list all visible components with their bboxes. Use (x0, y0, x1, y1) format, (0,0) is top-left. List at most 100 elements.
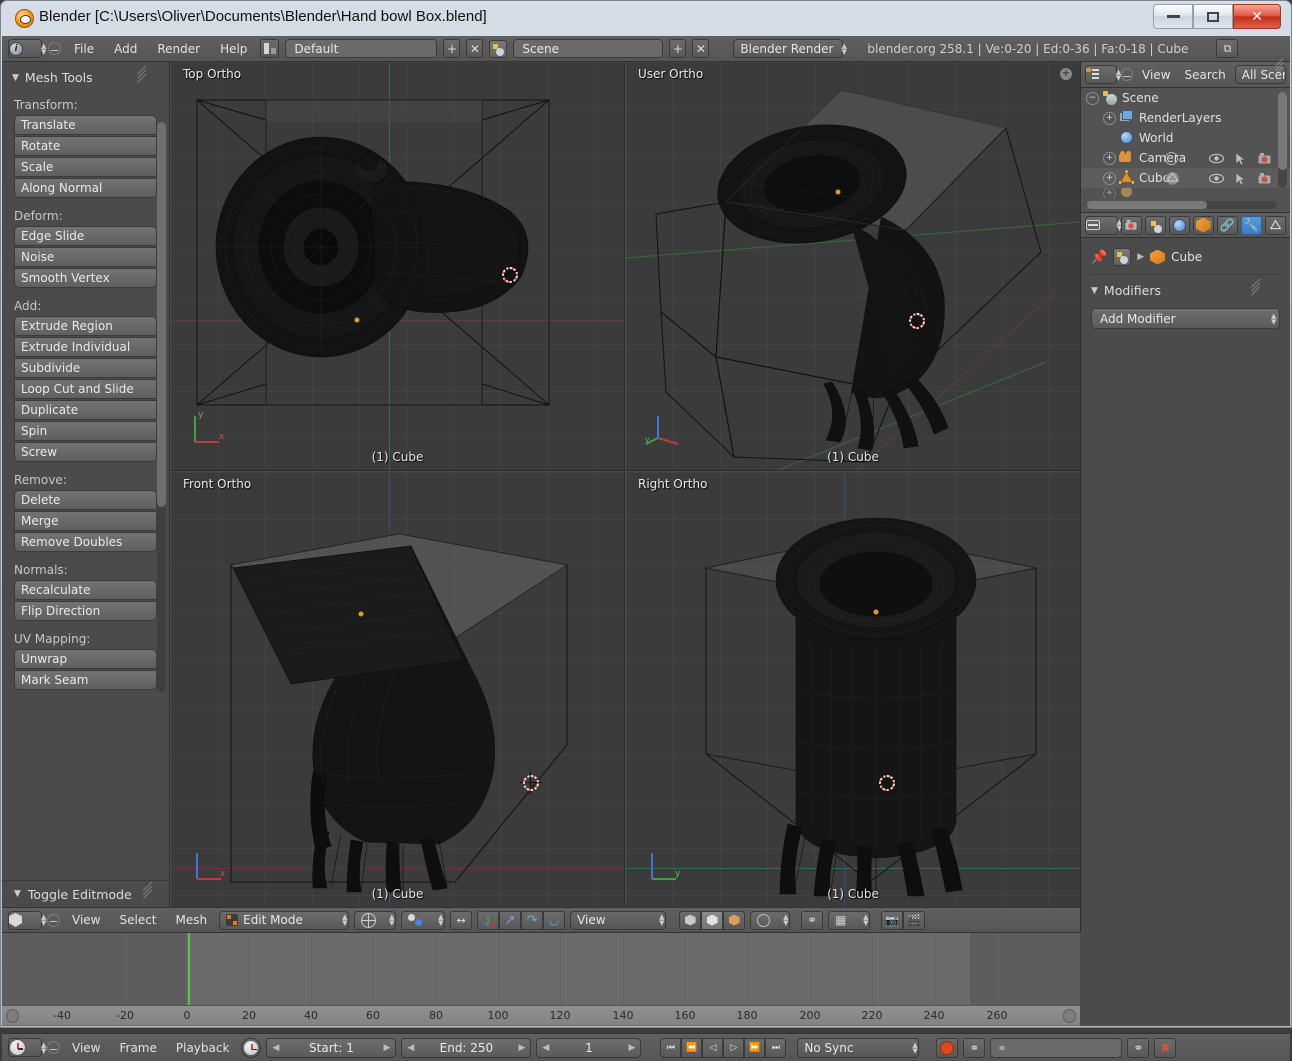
minimize-button[interactable] (1153, 4, 1193, 29)
expand-icon[interactable]: + (1103, 152, 1116, 165)
outliner-row-world[interactable]: World (1081, 128, 1290, 148)
editor-type-selector[interactable]: i ▲▼ (8, 39, 42, 58)
current-frame-field[interactable]: ◀ 1 ▶ (536, 1038, 641, 1058)
proportional-edit-selector[interactable]: ▲▼ (750, 911, 790, 930)
restrict-view-eye-icon[interactable] (1209, 151, 1224, 166)
next-keyframe-button[interactable]: ⏩ (744, 1038, 765, 1058)
collapse-menu-icon[interactable]: ⚊ (1121, 68, 1133, 81)
toolshelf-scrollbar[interactable] (157, 122, 166, 692)
chevron-right-icon[interactable]: ▶ (519, 1043, 526, 1053)
chevron-left-icon[interactable]: ◀ (272, 1043, 279, 1053)
tool-scale[interactable]: Scale (14, 157, 157, 177)
end-frame-field[interactable]: ◀ End: 250 ▶ (401, 1038, 531, 1058)
outliner-row-scene[interactable]: − Scene (1081, 88, 1290, 108)
delete-scene-button[interactable]: ✕ (692, 39, 709, 58)
menu-file[interactable]: File (67, 40, 101, 58)
tool-duplicate[interactable]: Duplicate (14, 400, 157, 420)
scene-name-field[interactable]: Scene (513, 39, 663, 58)
modifiers-tab[interactable]: 🔧 (1241, 216, 1262, 235)
restrict-renderability-icon[interactable] (1257, 151, 1272, 166)
manipulator-toggle-icon[interactable] (477, 911, 499, 930)
tool-along-normal[interactable]: Along Normal (14, 178, 157, 198)
tool-flip-direction[interactable]: Flip Direction (14, 601, 157, 621)
add-screen-button[interactable]: + (443, 39, 460, 58)
outliner-vertical-scrollbar[interactable] (1278, 92, 1287, 188)
outliner-row-cube[interactable]: + Cube (1081, 168, 1290, 188)
timeline-playhead[interactable] (188, 933, 190, 1005)
mesh-tools-panel-header[interactable]: ▼ Mesh Tools (2, 62, 169, 91)
jump-to-start-button[interactable]: ⏮ (660, 1038, 681, 1058)
restrict-select-cursor-icon[interactable] (1233, 151, 1248, 166)
menu-select[interactable]: Select (112, 911, 163, 929)
tool-recalculate[interactable]: Recalculate (14, 580, 157, 600)
chevron-right-icon[interactable]: ▶ (384, 1043, 391, 1053)
occlude-solid-icon[interactable] (723, 911, 745, 930)
menu-mesh[interactable]: Mesh (169, 911, 215, 929)
translate-manipulator-icon[interactable]: ↗ (499, 911, 521, 930)
editor-type-selector[interactable]: ▲▼ (8, 1038, 42, 1057)
editor-type-selector[interactable]: ▲▼ (1085, 216, 1118, 235)
rotate-manipulator-icon[interactable]: ↷ (521, 911, 543, 930)
render-opengl-animation-icon[interactable]: 🎬 (903, 911, 925, 930)
timeline-canvas[interactable] (2, 933, 1080, 1005)
scale-manipulator-icon[interactable]: ◡ (543, 911, 565, 930)
scene-tab[interactable] (1145, 216, 1166, 235)
chevron-left-icon[interactable]: ◀ (542, 1043, 549, 1053)
expand-icon[interactable]: + (1103, 188, 1116, 198)
insert-keyframe-button[interactable]: ⚭ (1127, 1038, 1149, 1058)
select-mode-selector[interactable]: ▲▼ (401, 911, 445, 930)
outliner-row-partial[interactable]: + (1081, 188, 1290, 198)
outliner-tree[interactable]: − Scene + RenderLayers (1081, 88, 1290, 212)
viewport-front-ortho[interactable]: Front Ortho x (1) Cube (171, 472, 625, 907)
play-button[interactable]: ▷ (723, 1038, 744, 1058)
tool-subdivide[interactable]: Subdivide (14, 358, 157, 378)
timeline-menu-frame[interactable]: Frame (112, 1039, 163, 1057)
restrict-render-icon[interactable] (1165, 152, 1178, 165)
delete-screen-button[interactable]: ✕ (466, 39, 483, 58)
timeline-ruler[interactable]: -40 -20 0 20 40 60 80 100 120 140 160 18… (2, 1005, 1080, 1025)
menu-render[interactable]: Render (150, 40, 207, 58)
tool-remove-doubles[interactable]: Remove Doubles (14, 532, 157, 552)
add-scene-button[interactable]: + (669, 39, 686, 58)
timeline-menu-playback[interactable]: Playback (169, 1039, 237, 1057)
pin-icon[interactable]: 📌 (1091, 250, 1107, 265)
tool-unwrap[interactable]: Unwrap (14, 649, 157, 669)
data-tab[interactable] (1265, 216, 1286, 235)
tool-delete[interactable]: Delete (14, 490, 157, 510)
tool-loop-cut-and-slide[interactable]: Loop Cut and Slide (14, 379, 157, 399)
add-modifier-dropdown[interactable]: Add Modifier ▲▼ (1091, 308, 1280, 329)
expand-icon[interactable]: + (1103, 172, 1116, 185)
collapse-icon[interactable]: − (1086, 92, 1099, 105)
outliner-menu-view[interactable]: View (1137, 66, 1175, 84)
play-reverse-button[interactable]: ◁ (702, 1038, 723, 1058)
editor-type-selector[interactable]: ▲▼ (8, 911, 42, 930)
outliner-row-renderlayers[interactable]: + RenderLayers (1081, 108, 1290, 128)
use-preview-range-icon[interactable] (241, 1038, 261, 1058)
restrict-renderability-icon[interactable] (1257, 171, 1272, 186)
render-tab[interactable] (1121, 216, 1142, 235)
tool-noise[interactable]: Noise (14, 247, 157, 267)
tool-merge[interactable]: Merge (14, 511, 157, 531)
tool-smooth-vertex[interactable]: Smooth Vertex (14, 268, 157, 288)
collapse-menu-icon[interactable]: ⚊ (48, 42, 61, 55)
interaction-mode-selector[interactable]: Edit Mode ▲▼ (219, 911, 349, 930)
maximize-button[interactable] (1193, 4, 1233, 29)
hidden-wire-icon[interactable] (701, 911, 723, 930)
tool-translate[interactable]: Translate (14, 115, 157, 135)
close-button[interactable]: ✕ (1233, 4, 1281, 29)
chevron-right-icon[interactable]: ▶ (629, 1043, 636, 1053)
timeline-scroll-left[interactable] (6, 1009, 19, 1023)
transform-orientation-selector[interactable]: View ▲▼ (570, 911, 666, 930)
viewport-right-ortho[interactable]: Right Ortho y (1) Cube (626, 472, 1080, 907)
tool-rotate[interactable]: Rotate (14, 136, 157, 156)
tool-screw[interactable]: Screw (14, 442, 157, 462)
sync-mode-selector[interactable]: No Sync ▲▼ (797, 1038, 919, 1058)
timeline-scroll-right[interactable] (1063, 1009, 1076, 1023)
tool-spin[interactable]: Spin (14, 421, 157, 441)
menu-add[interactable]: Add (107, 40, 144, 58)
mesh-data-icon[interactable] (1165, 171, 1180, 186)
collapse-menu-icon[interactable]: ⚊ (47, 914, 60, 927)
collapse-menu-icon[interactable]: ⚊ (47, 1041, 60, 1054)
tool-edge-slide[interactable]: Edge Slide (14, 226, 157, 246)
previous-keyframe-button[interactable]: ⏪ (681, 1038, 702, 1058)
